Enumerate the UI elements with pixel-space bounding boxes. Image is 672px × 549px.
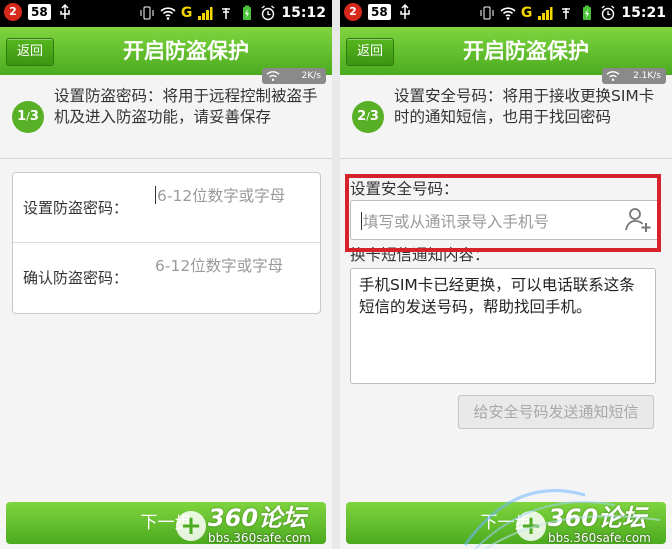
divider	[340, 158, 672, 159]
back-button[interactable]: 返回	[6, 38, 54, 66]
step-indicator: 2/3	[352, 101, 384, 133]
watermark-url: bbs.360safe.com	[548, 531, 651, 545]
vibrate-icon	[140, 6, 154, 20]
alarm-icon	[602, 5, 615, 21]
step-indicator: 1/3	[12, 101, 44, 133]
network-speed-value: 2.1K/s	[633, 71, 661, 81]
network-type-label: G	[520, 5, 533, 21]
step-description: 设置安全号码：将用于接收更换SIM卡时的通知短信，也用于找回密码	[394, 87, 655, 126]
signal-strength-icon	[198, 7, 213, 20]
safe-number-placeholder: 填写或从通讯录导入手机号	[363, 213, 550, 231]
app-badge: 58	[28, 4, 51, 20]
usb-icon	[59, 4, 70, 19]
alarm-icon	[262, 5, 275, 21]
wifi-icon	[500, 7, 516, 20]
password-form-card: 设置防盗密码： 6-12位数字或字母 确认防盗密码： 6-12位数字或字母	[12, 172, 321, 314]
password-placeholder: 6-12位数字或字母	[157, 187, 286, 205]
roaming-icon	[222, 8, 231, 19]
left-phone-screen: 2 58 G 15:12 返回 开启防盗保护 2K/s 1/3 设置防盗密码：将…	[0, 0, 332, 549]
vibrate-icon	[480, 6, 494, 20]
step-current: 1	[17, 109, 27, 124]
confirm-password-row: 确认防盗密码： 6-12位数字或字母	[13, 243, 320, 312]
battery-charging-icon	[243, 5, 252, 20]
watermark-brand: 360论坛	[208, 504, 307, 532]
watermark-brand: 360论坛	[548, 504, 647, 532]
password-label: 设置防盗密码：	[23, 199, 129, 217]
wifi-icon	[606, 71, 620, 82]
network-speed-indicator: 2K/s	[262, 68, 326, 84]
battery-charging-icon	[583, 5, 592, 20]
step-current: 2	[357, 109, 367, 124]
clock: 15:12	[281, 5, 326, 21]
network-speed-indicator: 2.1K/s	[602, 68, 666, 84]
confirm-password-placeholder: 6-12位数字或字母	[155, 257, 284, 275]
network-type-label: G	[180, 5, 193, 21]
notification-badge: 2	[344, 3, 362, 21]
confirm-password-input[interactable]: 6-12位数字或字母	[155, 255, 310, 303]
status-bar: 2 58 G 15:21	[340, 0, 672, 27]
step-description: 设置防盗密码：将用于远程控制被盗手机及进入防盗功能，请妥善保存	[54, 87, 318, 126]
signal-strength-icon	[538, 7, 553, 20]
step-total: 3	[29, 109, 39, 124]
notification-badge: 2	[4, 3, 22, 21]
watermark-url: bbs.360safe.com	[208, 531, 311, 545]
send-notification-button[interactable]: 给安全号码发送通知短信	[458, 395, 654, 429]
network-speed-value: 2K/s	[301, 71, 321, 81]
password-input[interactable]: 6-12位数字或字母	[155, 185, 310, 233]
watermark-360: + 360论坛 bbs.360safe.com	[516, 505, 651, 545]
plus-icon: +	[176, 511, 206, 541]
step-total: 3	[369, 109, 379, 124]
add-contact-icon[interactable]	[623, 205, 653, 235]
safe-number-label: 设置安全号码：	[350, 180, 459, 198]
status-bar: 2 58 G 15:12	[0, 0, 332, 27]
wifi-icon	[266, 71, 280, 82]
right-phone-screen: 2 58 G 15:21 返回 开启防盗保护 2.1K/s 2/3 设置安全号码…	[340, 0, 672, 549]
password-row: 设置防盗密码： 6-12位数字或字母	[13, 173, 320, 243]
app-badge: 58	[368, 4, 391, 20]
safe-number-input[interactable]: 填写或从通讯录导入手机号	[350, 200, 660, 240]
sms-content-textarea[interactable]: 手机SIM卡已经更换，可以电话联系这条短信的发送号码，帮助找回手机。	[350, 268, 656, 384]
confirm-password-label: 确认防盗密码：	[23, 269, 129, 287]
watermark-360: + 360论坛 bbs.360safe.com	[176, 505, 311, 545]
sms-content-label: 换卡短信通知内容：	[350, 246, 490, 264]
wifi-icon	[160, 7, 176, 20]
clock: 15:21	[621, 5, 666, 21]
usb-icon	[399, 4, 410, 19]
plus-icon: +	[516, 511, 546, 541]
back-button[interactable]: 返回	[346, 38, 394, 66]
divider	[0, 158, 332, 159]
roaming-icon	[562, 8, 571, 19]
